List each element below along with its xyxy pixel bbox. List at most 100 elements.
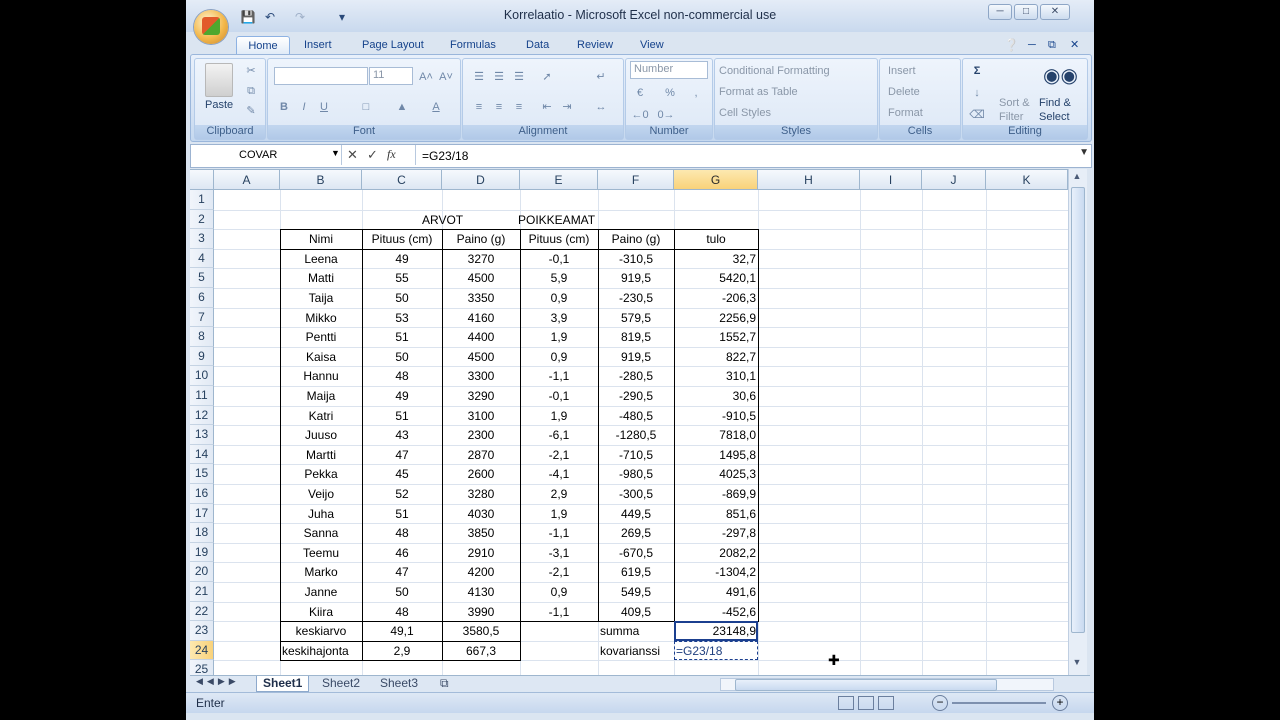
name-cell[interactable]: Juha	[280, 504, 362, 524]
value-cell[interactable]: 53	[362, 308, 442, 328]
paste-icon[interactable]	[205, 63, 233, 97]
column-title[interactable]: Paino (g)	[598, 229, 674, 249]
row-header-22[interactable]: 22	[190, 601, 214, 622]
delete-cells-button[interactable]: Delete	[888, 86, 920, 98]
increase-indent-icon[interactable]: ⇥	[557, 97, 577, 117]
name-cell[interactable]: Veijo	[280, 484, 362, 504]
number-format-select[interactable]: Number	[630, 61, 708, 79]
value-cell[interactable]: 2,9	[520, 484, 598, 504]
row-header-1[interactable]: 1	[190, 190, 214, 210]
font-name-select[interactable]	[274, 67, 368, 85]
value-cell[interactable]: 1,9	[520, 327, 598, 347]
value-cell[interactable]: 2082,2	[674, 543, 758, 563]
copy-icon[interactable]: ⧉	[241, 81, 261, 101]
column-header-a[interactable]: A	[214, 170, 280, 190]
wrap-text-icon[interactable]: ↵	[591, 67, 611, 87]
sheet-tab-3[interactable]: Sheet3	[374, 676, 424, 691]
value-cell[interactable]: 2910	[442, 543, 520, 563]
value-cell[interactable]: 409,5	[598, 602, 674, 622]
value-cell[interactable]: 49	[362, 249, 442, 269]
keskihajonta-label[interactable]: keskihajonta	[280, 641, 362, 661]
value-cell[interactable]: 48	[362, 523, 442, 543]
value-cell[interactable]: -480,5	[598, 406, 674, 426]
format-cells-button[interactable]: Format	[888, 107, 923, 119]
value-cell[interactable]: -280,5	[598, 366, 674, 386]
align-left-icon[interactable]: ≡	[469, 97, 489, 117]
bold-icon[interactable]: B	[274, 97, 294, 117]
decrease-indent-icon[interactable]: ⇤	[537, 97, 557, 117]
value-cell[interactable]: 1,9	[520, 504, 598, 524]
value-cell[interactable]: 5420,1	[674, 268, 758, 288]
row-header-13[interactable]: 13	[190, 425, 214, 445]
column-title[interactable]: Nimi	[280, 229, 362, 249]
value-cell[interactable]: 4130	[442, 582, 520, 602]
name-cell[interactable]: Hannu	[280, 366, 362, 386]
value-cell[interactable]: 50	[362, 347, 442, 367]
cut-icon[interactable]: ✂	[241, 61, 261, 81]
name-cell[interactable]: Janne	[280, 582, 362, 602]
value-cell[interactable]: 2300	[442, 425, 520, 445]
value-cell[interactable]: -300,5	[598, 484, 674, 504]
tab-review[interactable]: Review	[577, 36, 613, 54]
value-cell[interactable]: 4160	[442, 308, 520, 328]
value-cell[interactable]: 0,9	[520, 582, 598, 602]
value-cell[interactable]: 47	[362, 445, 442, 465]
name-cell[interactable]: Katri	[280, 406, 362, 426]
formula-input[interactable]: =G23/18	[415, 145, 1066, 165]
hscroll-thumb[interactable]	[735, 679, 997, 691]
scroll-up-icon[interactable]: ▲	[1071, 171, 1083, 185]
name-cell[interactable]: Martti	[280, 445, 362, 465]
name-cell[interactable]: Mikko	[280, 308, 362, 328]
find-label-2[interactable]: Select	[1039, 111, 1070, 123]
value-cell[interactable]: 449,5	[598, 504, 674, 524]
value-cell[interactable]: -1304,2	[674, 562, 758, 582]
insert-function-icon[interactable]: fx	[387, 147, 396, 162]
value-cell[interactable]: -0,1	[520, 249, 598, 269]
name-cell[interactable]: Leena	[280, 249, 362, 269]
value-cell[interactable]: -1280,5	[598, 425, 674, 445]
value-cell[interactable]: 49	[362, 386, 442, 406]
office-button[interactable]	[194, 10, 228, 44]
keskiarvo-pituus[interactable]: 49,1	[362, 621, 442, 641]
sort-label-1[interactable]: Sort &	[999, 97, 1030, 109]
column-title[interactable]: Pituus (cm)	[520, 229, 598, 249]
value-cell[interactable]: 4030	[442, 504, 520, 524]
font-size-select[interactable]: 11	[369, 67, 413, 85]
kovarianssi-label[interactable]: kovarianssi	[598, 641, 674, 661]
ribbon-minimize-icon[interactable]: ─	[1028, 36, 1036, 54]
value-cell[interactable]: 2600	[442, 464, 520, 484]
value-cell[interactable]: 822,7	[674, 347, 758, 367]
ribbon-restore-icon[interactable]: ⧉	[1048, 36, 1056, 54]
name-cell[interactable]: Juuso	[280, 425, 362, 445]
tab-view[interactable]: View	[640, 36, 664, 54]
autosum-icon[interactable]: Σ	[967, 61, 987, 81]
summa-value[interactable]: 23148,9	[674, 621, 758, 641]
name-cell[interactable]: Teemu	[280, 543, 362, 563]
grow-font-icon[interactable]: A˄	[416, 67, 436, 87]
row-header-6[interactable]: 6	[190, 288, 214, 308]
row-header-21[interactable]: 21	[190, 582, 214, 602]
name-box[interactable]: COVAR ▼	[191, 145, 342, 165]
align-center-icon[interactable]: ≡	[489, 97, 509, 117]
value-cell[interactable]: 310,1	[674, 366, 758, 386]
value-cell[interactable]: 579,5	[598, 308, 674, 328]
cell-styles-button[interactable]: Cell Styles	[719, 107, 771, 119]
value-cell[interactable]: -6,1	[520, 425, 598, 445]
value-cell[interactable]: -2,1	[520, 445, 598, 465]
value-cell[interactable]: 3350	[442, 288, 520, 308]
name-cell[interactable]: Matti	[280, 268, 362, 288]
fill-color-icon[interactable]: ▲	[392, 97, 412, 117]
find-label-1[interactable]: Find &	[1039, 97, 1071, 109]
value-cell[interactable]: 4400	[442, 327, 520, 347]
value-cell[interactable]: 55	[362, 268, 442, 288]
tab-home[interactable]: Home	[236, 36, 290, 55]
column-header-e[interactable]: E	[520, 170, 598, 190]
value-cell[interactable]: 51	[362, 406, 442, 426]
row-header-8[interactable]: 8	[190, 327, 214, 347]
summa-label[interactable]: summa	[598, 621, 674, 641]
scroll-thumb[interactable]	[1071, 187, 1085, 633]
value-cell[interactable]: 851,6	[674, 504, 758, 524]
merge-center-icon[interactable]: ↔	[591, 97, 611, 117]
name-cell[interactable]: Taija	[280, 288, 362, 308]
value-cell[interactable]: 4500	[442, 347, 520, 367]
